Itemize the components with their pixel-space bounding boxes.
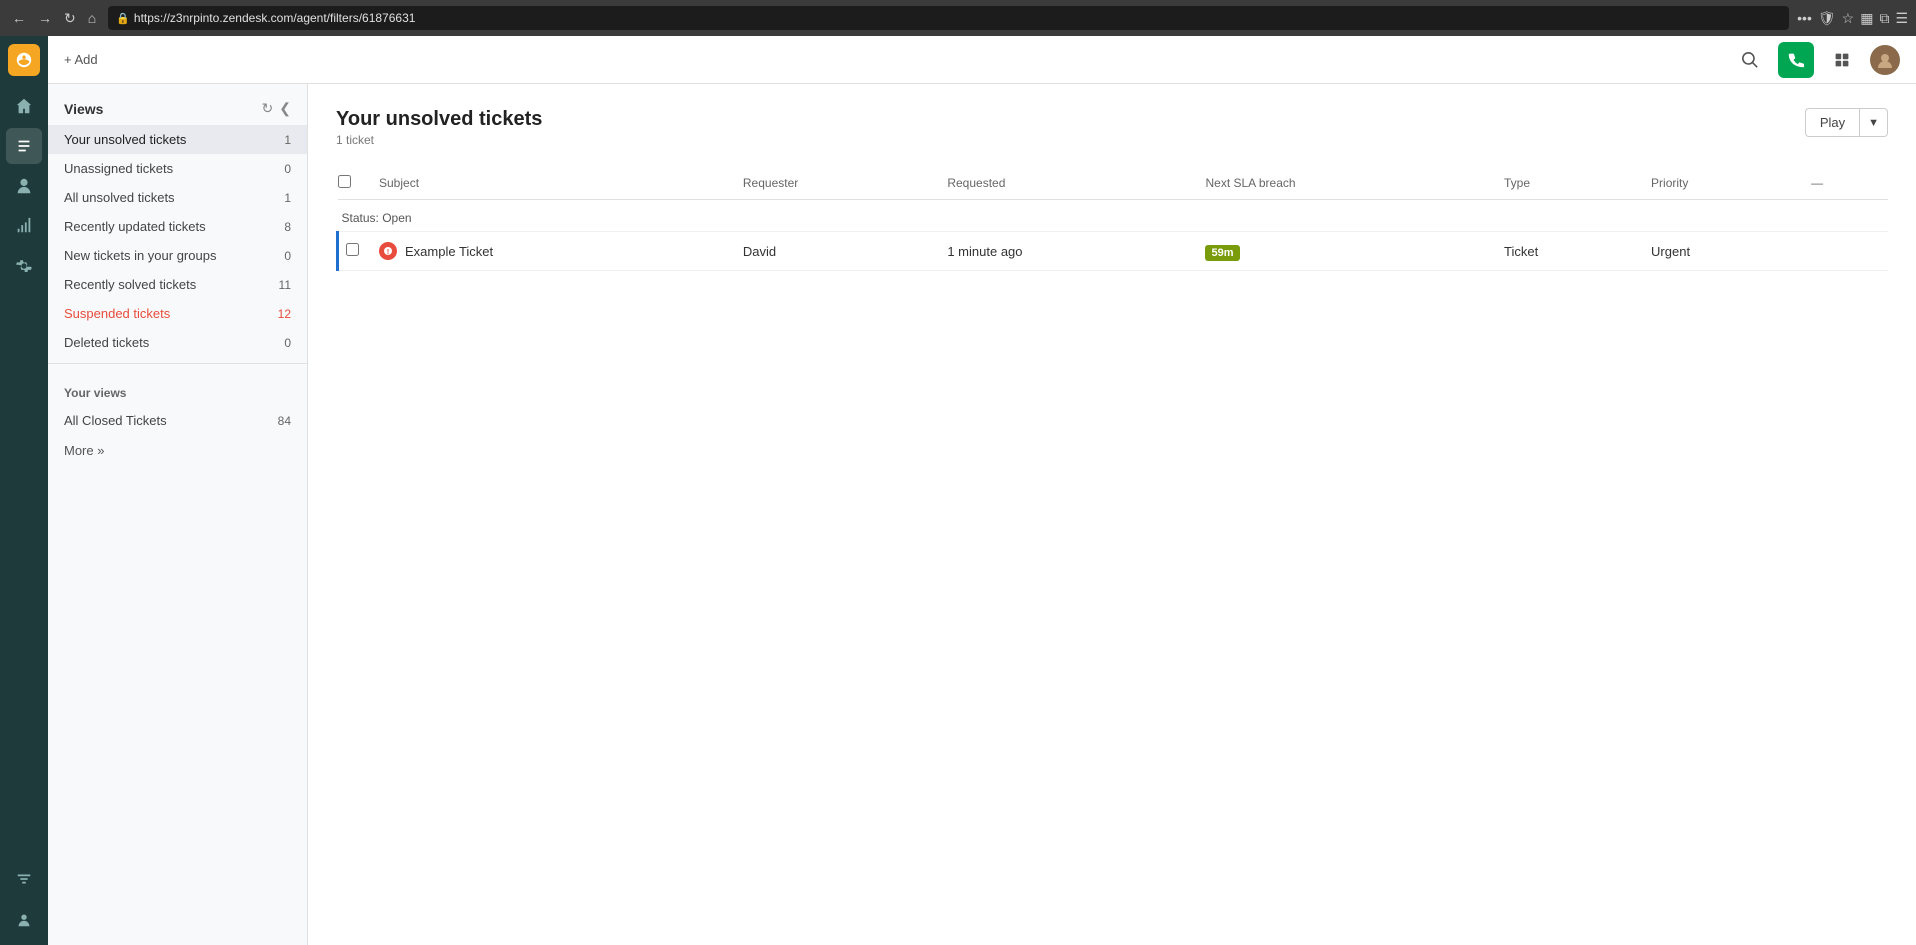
grid-icon-button[interactable] [1826, 44, 1858, 76]
sidebar-more-link[interactable]: More » [48, 435, 307, 466]
status-open-label: Status: Open [338, 211, 412, 225]
th-select-all [338, 167, 370, 200]
sidebar-divider [48, 363, 307, 364]
ticket-checkbox-cell [338, 232, 370, 271]
hamburger-icon[interactable]: ☰ [1895, 10, 1908, 27]
home-button[interactable]: ⌂ [84, 8, 100, 29]
sidebar-item-unassigned[interactable]: Unassigned tickets 0 [48, 154, 307, 183]
browser-chrome: ← → ↻ ⌂ 🔒 https://z3nrpinto.zendesk.com/… [0, 0, 1916, 36]
content-title-area: Your unsolved tickets 1 ticket [336, 108, 542, 147]
search-icon-button[interactable] [1734, 44, 1766, 76]
app-wrapper: + Add Views ↻ ❮ [0, 36, 1916, 945]
sidebar-item-new-tickets-groups[interactable]: New tickets in your groups 0 [48, 241, 307, 270]
table-body: Status: Open ! [338, 200, 1889, 271]
forward-button[interactable]: → [34, 8, 56, 29]
nav-tickets-icon[interactable] [6, 128, 42, 164]
main-area: Views ↻ ❮ Your unsolved tickets 1 Unassi… [48, 84, 1916, 945]
th-priority: Priority [1641, 167, 1801, 200]
browser-right-icons: ••• 🛡 ☆ ▦ ⧉ ☰ [1797, 10, 1908, 27]
sidebar-header-icons: ↻ ❮ [262, 100, 291, 117]
ticket-count-subtitle: 1 ticket [336, 133, 542, 147]
th-subject: Subject [369, 167, 733, 200]
play-dropdown-button[interactable]: ▼ [1859, 108, 1888, 137]
back-button[interactable]: ← [8, 8, 30, 29]
ticket-actions [1801, 232, 1888, 271]
ticket-status-icon: ! [379, 242, 397, 260]
play-button[interactable]: Play [1805, 108, 1859, 137]
nav-settings-icon[interactable] [6, 248, 42, 284]
th-type: Type [1494, 167, 1641, 200]
content-header: Your unsolved tickets 1 ticket Play ▼ [336, 108, 1888, 147]
top-bar: + Add [48, 36, 1916, 84]
ticket-subject-link[interactable]: Example Ticket [405, 244, 493, 259]
call-button[interactable] [1778, 42, 1814, 78]
th-requester: Requester [733, 167, 937, 200]
app-logo [8, 44, 40, 76]
ticket-priority: Urgent [1641, 232, 1801, 271]
ticket-checkbox[interactable] [346, 243, 359, 256]
add-button[interactable]: + Add [64, 52, 98, 67]
sidebar-item-your-unsolved[interactable]: Your unsolved tickets 1 [48, 125, 307, 154]
ticket-requested: 1 minute ago [937, 232, 1195, 271]
shield-icon: 🛡 [1818, 10, 1836, 27]
th-requested: Requested [937, 167, 1195, 200]
table-row[interactable]: ! Example Ticket David 1 minute ago 59m … [338, 232, 1889, 271]
nav-users-icon[interactable] [6, 168, 42, 204]
ticket-requester: David [733, 232, 937, 271]
browser-nav-buttons: ← → ↻ ⌂ [8, 8, 100, 29]
table-header: Subject Requester Requested Next SLA bre… [338, 167, 1889, 200]
address-bar[interactable]: 🔒 https://z3nrpinto.zendesk.com/agent/fi… [108, 6, 1789, 30]
th-next-sla: Next SLA breach [1195, 167, 1494, 200]
sidebar-item-recently-solved[interactable]: Recently solved tickets 11 [48, 270, 307, 299]
ticket-sla-cell: 59m [1195, 232, 1494, 271]
collapse-sidebar-icon[interactable]: ❮ [279, 100, 291, 117]
select-all-checkbox[interactable] [338, 175, 351, 188]
nav-profile-icon[interactable] [6, 901, 42, 937]
sidebar-toggle-icon[interactable]: ▦ [1860, 10, 1873, 27]
nav-reports-icon[interactable] [6, 208, 42, 244]
refresh-views-icon[interactable]: ↻ [262, 100, 274, 117]
new-window-icon[interactable]: ⧉ [1879, 10, 1889, 27]
your-views-label: Your views [48, 370, 307, 406]
ticket-table: Subject Requester Requested Next SLA bre… [336, 167, 1888, 271]
user-avatar[interactable] [1870, 45, 1900, 75]
sidebar-item-all-unsolved[interactable]: All unsolved tickets 1 [48, 183, 307, 212]
main-content: Your unsolved tickets 1 ticket Play ▼ [308, 84, 1916, 945]
sidebar-item-recently-updated[interactable]: Recently updated tickets 8 [48, 212, 307, 241]
sidebar-item-deleted[interactable]: Deleted tickets 0 [48, 328, 307, 357]
nav-views-icon[interactable] [6, 861, 42, 897]
status-section-row: Status: Open [338, 200, 1889, 232]
ticket-subject-cell: ! Example Ticket [369, 232, 733, 271]
sla-badge: 59m [1205, 245, 1239, 261]
sidebar-title: Views [64, 101, 103, 117]
bookmark-icon[interactable]: ☆ [1842, 10, 1855, 27]
svg-text:!: ! [387, 249, 389, 256]
url-text: https://z3nrpinto.zendesk.com/agent/filt… [134, 11, 416, 25]
sidebar-item-all-closed[interactable]: All Closed Tickets 84 [48, 406, 307, 435]
refresh-button[interactable]: ↻ [60, 8, 80, 29]
sidebar: Views ↻ ❮ Your unsolved tickets 1 Unassi… [48, 84, 308, 945]
sidebar-item-suspended[interactable]: Suspended tickets 12 [48, 299, 307, 328]
sidebar-header: Views ↻ ❮ [48, 96, 307, 125]
nav-home-icon[interactable] [6, 88, 42, 124]
page-title: Your unsolved tickets [336, 108, 542, 131]
nav-rail [0, 36, 48, 945]
th-actions: — [1801, 167, 1888, 200]
content-actions: Play ▼ [1805, 108, 1888, 137]
more-menu-icon[interactable]: ••• [1797, 10, 1812, 27]
ticket-type: Ticket [1494, 232, 1641, 271]
